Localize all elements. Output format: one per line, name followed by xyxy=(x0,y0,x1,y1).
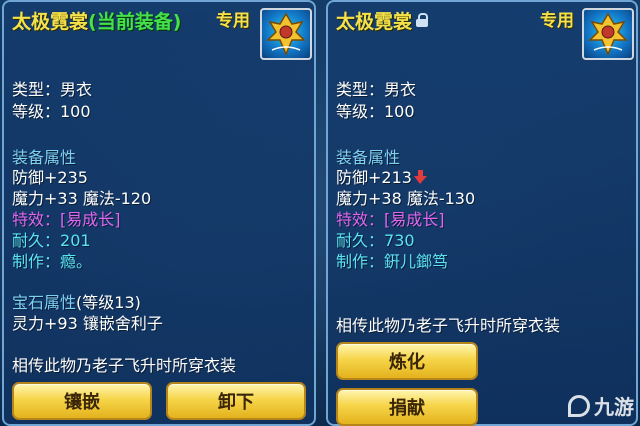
item-description: 相传此物乃老子飞升时所穿衣装 xyxy=(12,356,237,375)
compare-item-tooltip: 太极霓裳 专用 类型：男衣 等级：100 装备属性 防御+213 魔力+38 魔… xyxy=(326,0,638,426)
equipment-item-icon xyxy=(582,8,634,60)
equipped-item-tooltip: 太极霓裳 (当前装备) 专用 类型：男衣 等级：100 装备属性 防御+235 … xyxy=(2,0,316,426)
lock-icon xyxy=(416,13,429,27)
unequip-button[interactable]: 卸下 xyxy=(166,382,306,420)
item-title-row: 太极霓裳 (当前装备) xyxy=(12,6,181,34)
item-description: 相传此物乃老子飞升时所穿衣装 xyxy=(336,316,561,335)
level-line: 等级：100 xyxy=(336,102,415,121)
exclusive-label: 专用 xyxy=(540,11,574,31)
jiuyou-logo-icon xyxy=(568,394,590,417)
watermark-text: 九游 xyxy=(594,395,634,419)
current-equipped-tag: (当前装备) xyxy=(88,10,182,33)
item-title-row: 太极霓裳 xyxy=(336,6,429,34)
maker-value: 銒儿鎯笃 xyxy=(384,252,449,271)
type-line: 类型：男衣 xyxy=(12,80,93,99)
maker-value: 瘾。 xyxy=(60,252,93,271)
gem-stat: 灵力+93 镶嵌舍利子 xyxy=(12,314,163,333)
maker-label: 制作： xyxy=(336,252,385,271)
level-line: 等级：100 xyxy=(12,102,91,121)
item-name: 太极霓裳 xyxy=(12,10,89,33)
maker-line: 制作：瘾。 xyxy=(12,248,92,272)
refine-button[interactable]: 炼化 xyxy=(336,342,478,380)
equipment-item-icon xyxy=(260,8,312,60)
site-watermark: 九游 xyxy=(568,391,634,420)
type-line: 类型：男衣 xyxy=(336,80,417,99)
maker-line: 制作：銒儿鎯笃 xyxy=(336,248,448,272)
donate-button[interactable]: 捐献 xyxy=(336,388,478,426)
exclusive-label: 专用 xyxy=(216,11,250,31)
maker-label: 制作： xyxy=(12,252,61,271)
item-name: 太极霓裳 xyxy=(336,10,413,33)
inlay-button[interactable]: 镶嵌 xyxy=(12,382,152,420)
